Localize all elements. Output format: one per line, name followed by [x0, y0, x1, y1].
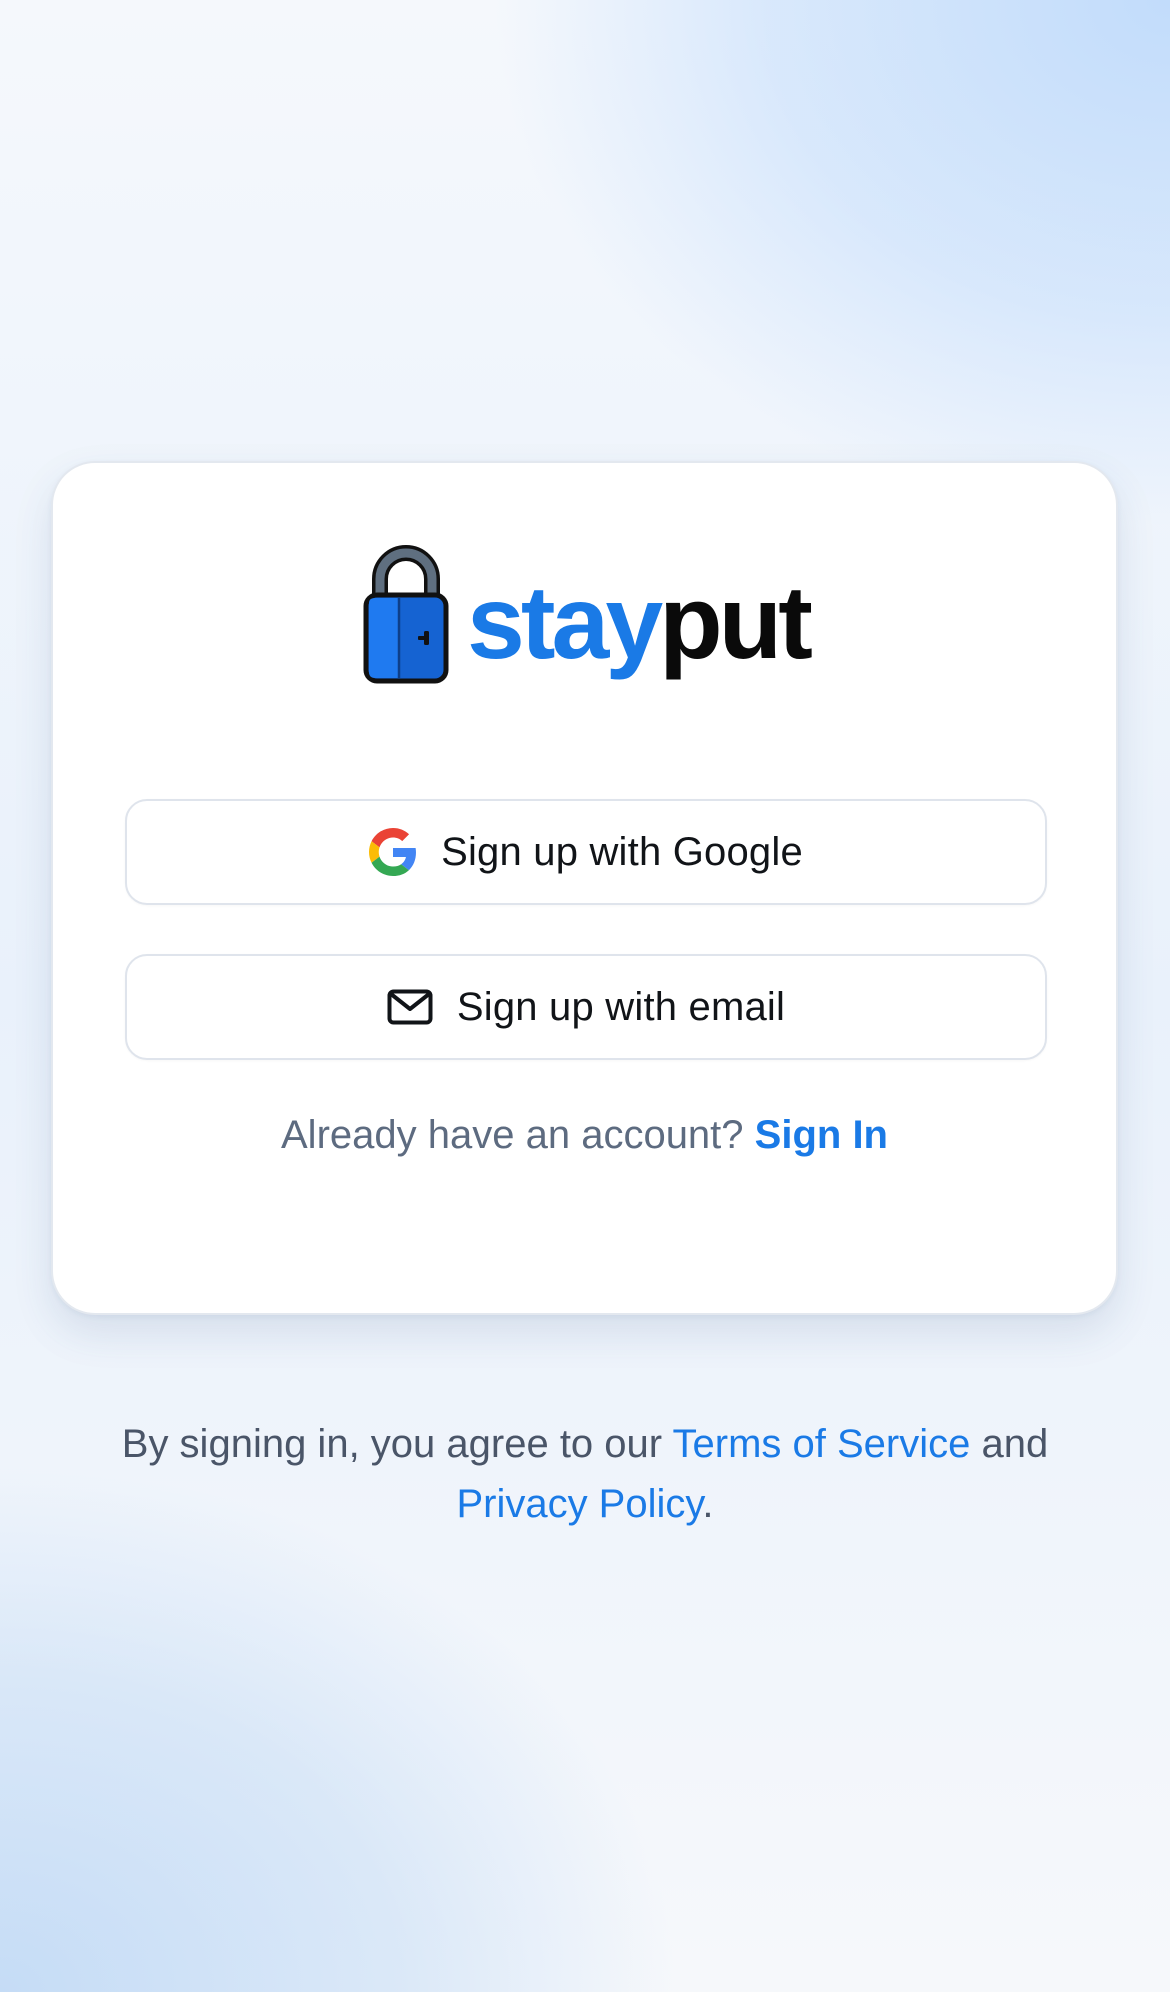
terms-of-service-link[interactable]: Terms of Service [673, 1422, 971, 1466]
brand-word-stay: stay [467, 565, 663, 681]
google-signup-label: Sign up with Google [441, 829, 803, 874]
email-signup-label: Sign up with email [456, 984, 786, 1029]
legal-prefix: By signing in, you agree to our [121, 1422, 663, 1466]
signup-card: stayput Sign up with Google Sign up with… [51, 461, 1118, 1315]
brand-word-put: put [659, 565, 813, 681]
legal-suffix: . [702, 1482, 714, 1526]
brand-logo: stayput [363, 535, 813, 685]
brand-wordmark: stayput [467, 571, 813, 685]
legal-conjunction: and [981, 1422, 1049, 1466]
email-signup-button[interactable]: Sign up with email [125, 954, 1047, 1060]
privacy-policy-link[interactable]: Privacy Policy [456, 1482, 702, 1526]
padlock-door-icon [363, 545, 449, 684]
google-signup-button[interactable]: Sign up with Google [125, 799, 1047, 905]
mail-icon [387, 989, 433, 1025]
signin-prompt-text: Already have an account? [281, 1113, 744, 1157]
signin-prompt: Already have an account? Sign In [53, 1113, 1116, 1158]
google-icon [369, 828, 417, 876]
legal-notice: By signing in, you agree to our Terms of… [40, 1414, 1130, 1534]
signin-link[interactable]: Sign In [755, 1113, 888, 1157]
